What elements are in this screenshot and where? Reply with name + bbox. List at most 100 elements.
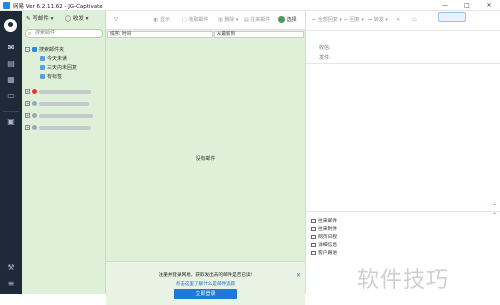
empty-list-message: 没有邮件: [195, 156, 216, 162]
minimize-button[interactable]: —: [435, 0, 455, 11]
window-title: 网易 Ver 6.2.11.62 - JG-Captivate: [13, 4, 103, 10]
nav-sidebar: ✉ ▤ ▦ ▭ ▣ ⚒ ≡: [0, 11, 22, 294]
reply-button[interactable]: ⇐ 回复 ▾: [344, 16, 364, 25]
reply-all-button[interactable]: ⇐ 全部回复 ▾: [312, 16, 342, 25]
section-divider: [306, 211, 500, 212]
calendar-icon[interactable]: ▦: [5, 75, 17, 85]
tree-group-search-folders[interactable]: − 搜索邮件夹: [25, 46, 64, 54]
login-banner: 注册并登录网易，获取发出去的邮件是否已读! 点击这里了解什么是邮件追踪 ✕ 立即…: [106, 261, 305, 305]
search-input[interactable]: ⌕ 搜索邮件: [25, 29, 103, 38]
mail-icon: [311, 218, 316, 223]
expand-icon[interactable]: +: [25, 125, 30, 130]
delete-button[interactable]: ▥ 删除 ▾: [218, 16, 238, 25]
tree-item-label: 有标签: [47, 74, 63, 80]
watermark: 软件技巧: [357, 268, 450, 293]
toolbar-divider: [306, 30, 500, 31]
menu-item-attachments[interactable]: 往来附件: [311, 226, 351, 234]
collapse-icon[interactable]: −: [25, 47, 30, 52]
menu-item-followup[interactable]: 客户跟进: [311, 250, 351, 258]
forward-button[interactable]: ⇒ 转发 ▾: [368, 16, 388, 25]
notes-icon[interactable]: ▭: [5, 91, 17, 101]
menu-item-related-mail[interactable]: 往来邮件: [311, 218, 351, 226]
banner-message: 注册并登录网易，获取发出去的邮件是否已读!: [158, 273, 253, 278]
banner-link[interactable]: 点击这里了解什么是邮件追踪: [106, 281, 305, 287]
from-label: 发件:: [319, 55, 331, 61]
details-icon: [311, 242, 316, 247]
tree-item-label: 三天内未回复: [47, 65, 78, 71]
sync-icon: ◯: [65, 16, 72, 22]
search-placeholder: 搜索邮件: [35, 30, 56, 36]
close-button[interactable]: ✕: [479, 0, 499, 11]
show-label: 显示: [159, 17, 170, 23]
banner-close-icon[interactable]: ✕: [296, 272, 301, 279]
wrench-icon[interactable]: ⚒: [5, 263, 17, 273]
title-bar: 网易 Ver 6.2.11.62 - JG-Captivate — □ ✕: [0, 0, 500, 11]
print-icon[interactable]: ▭: [412, 16, 417, 25]
mail-list-pane: ▽ ◐ 显示 ▢ 收取邮件 ▥ 删除 ▾ ▤ 往来邮件 选择 排序: 时间 从最…: [106, 11, 305, 305]
folder-icon: [40, 56, 45, 61]
chevron-down-icon[interactable]: ⌄: [492, 200, 497, 207]
reply-label: 回复: [349, 17, 360, 23]
reply-mail-button[interactable]: ▤ 往来邮件: [244, 16, 270, 25]
receive-mail-button[interactable]: ▢ 收取邮件: [182, 16, 208, 25]
tree-item-label: 今天未读: [47, 56, 68, 62]
login-button[interactable]: 立即登录: [174, 289, 237, 299]
calendar-icon: [311, 234, 316, 239]
folder-icon: [40, 65, 45, 70]
tree-group-label: 搜索邮件夹: [39, 47, 65, 53]
select-label: 选择: [286, 17, 297, 23]
attachment-icon: [311, 226, 316, 231]
menu-item-label: 网页日程: [318, 235, 338, 240]
account-badge[interactable]: [438, 12, 466, 22]
account-row[interactable]: +: [25, 88, 91, 96]
maximize-button[interactable]: □: [457, 0, 477, 11]
show-button[interactable]: ◐ 显示: [154, 16, 170, 25]
select-button[interactable]: 选择: [278, 16, 297, 25]
expand-icon[interactable]: +: [25, 101, 30, 106]
reply-all-label: 全部回复: [317, 17, 338, 23]
menu-item-label: 往来邮件: [318, 219, 338, 224]
account-row[interactable]: +: [25, 100, 89, 108]
more-icon[interactable]: ☼: [396, 16, 400, 25]
account-row[interactable]: +: [25, 124, 91, 132]
tree-item-unreplied[interactable]: 三天内未回复: [40, 64, 77, 72]
contacts-icon[interactable]: ▤: [5, 59, 17, 69]
delete-label: 删除: [224, 17, 235, 23]
mail-icon[interactable]: ✉: [5, 43, 17, 53]
expand-icon[interactable]: +: [25, 89, 30, 94]
chevron-up-icon[interactable]: ⌃: [492, 212, 497, 219]
sort-column-header[interactable]: 排序: 时间: [107, 31, 213, 38]
tree-item-tagged[interactable]: 有标签: [40, 73, 62, 81]
forward-label: 转发: [373, 17, 384, 23]
list-toolbar: ▽ ◐ 显示 ▢ 收取邮件 ▥ 删除 ▾ ▤ 往来邮件 选择: [106, 11, 305, 30]
filter-icon[interactable]: ▽: [114, 16, 118, 25]
write-mail-button[interactable]: ✎ 写邮件 ▾: [26, 15, 53, 24]
order-column-header[interactable]: 从最新到: [214, 31, 304, 38]
menu-item-schedule[interactable]: 网页日程: [311, 234, 351, 242]
folder-icon: [40, 74, 45, 79]
account-row[interactable]: +: [25, 112, 93, 120]
app-logo-icon: [3, 2, 10, 9]
account-icon: [32, 113, 37, 118]
menu-item-details[interactable]: 详细信息: [311, 242, 351, 250]
write-mail-label: 写邮件: [32, 16, 49, 22]
receive-label: 收发: [72, 16, 84, 22]
search-icon: ⌕: [28, 30, 32, 37]
avatar[interactable]: [4, 19, 17, 32]
menu-item-label: 客户跟进: [318, 251, 338, 256]
folder-pane: ✎ 写邮件 ▾ ◯ 收发 ▾ ⌕ 搜索邮件 − 搜索邮件夹 今天未读 三天内未回复…: [22, 11, 106, 294]
contact-menu: 往来邮件 往来附件 网页日程 详细信息 客户跟进: [311, 218, 351, 258]
tree-item-unread-today[interactable]: 今天未读: [40, 55, 67, 63]
folder-icon: [32, 47, 37, 52]
receive-button[interactable]: ◯ 收发 ▾: [65, 15, 88, 24]
receive-mail-label: 收取邮件: [188, 17, 209, 23]
account-name-redacted: [39, 113, 93, 118]
account-name-redacted: [39, 101, 89, 106]
sidebar-divider: [3, 111, 19, 112]
account-icon: [32, 125, 37, 130]
expand-icon[interactable]: +: [25, 113, 30, 118]
menu-icon[interactable]: ≡: [5, 279, 17, 289]
apps-icon[interactable]: ▣: [5, 117, 17, 127]
to-label: 收信:: [319, 45, 331, 51]
menu-item-label: 详细信息: [318, 243, 338, 248]
